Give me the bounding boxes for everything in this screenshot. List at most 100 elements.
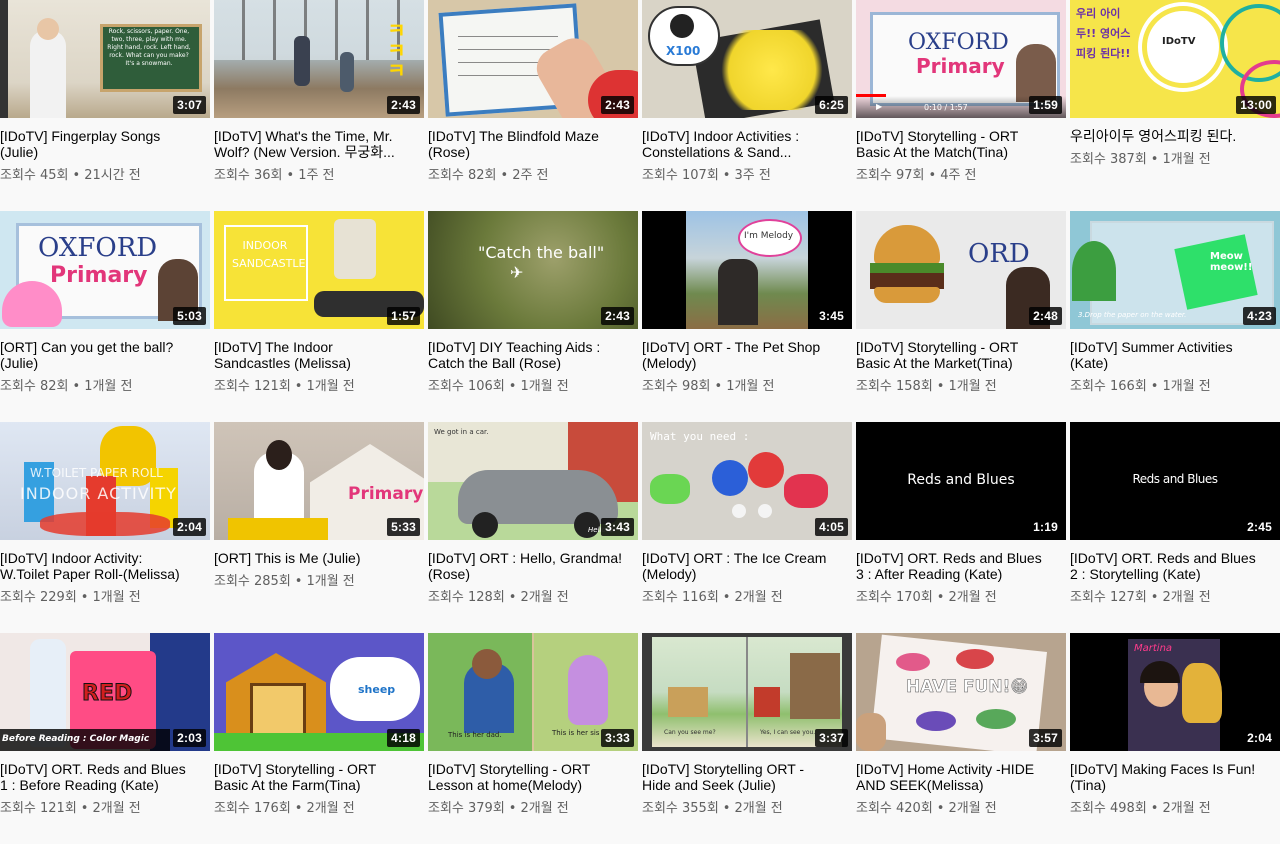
video-card[interactable]: Reds and Blues 2:45 [IDoTV] ORT. Reds an… [1070,422,1280,633]
video-title[interactable]: [IDoTV] Indoor Activities : Constellatio… [642,128,852,160]
video-card[interactable]: INDOOR SANDCASTLE 1:57 [IDoTV] The Indoo… [214,211,424,422]
video-thumbnail[interactable]: ORD 2:48 [856,211,1066,329]
video-card[interactable]: sheep 4:18 [IDoTV] Storytelling - ORT Ba… [214,633,424,844]
video-meta: 조회수 82회 • 1개월 전 [0,379,133,394]
video-card[interactable]: RED Before Reading : Color Magic 2:03 [I… [0,633,210,844]
video-thumbnail[interactable]: Rock, scissors, paper. One, two, three, … [0,0,210,118]
thumbnail-text: Primary [916,54,1005,78]
thumbnail-text: This is her dad. [448,731,502,739]
video-card[interactable]: This is her dad. This is her sis 3:33 [I… [428,633,638,844]
video-card[interactable]: Primary 5:33 [ORT] This is Me (Julie) 조회… [214,422,424,633]
thumbnail-text: OXFORD [908,30,1009,55]
video-title[interactable]: [IDoTV] Home Activity -HIDE AND SEEK(Mel… [856,761,1066,793]
video-card[interactable]: What you need : 4:05 [IDoTV] ORT : The I… [642,422,852,633]
video-meta: 조회수 166회 • 1개월 전 [1070,379,1211,394]
video-thumbnail[interactable]: This is her dad. This is her sis 3:33 [428,633,638,751]
video-thumbnail[interactable]: We got in a car. Hello Gr 3:43 [428,422,638,540]
video-card[interactable]: HAVE FUN!😁 3:57 [IDoTV] Home Activity -H… [856,633,1066,844]
video-duration: 2:45 [1243,518,1276,536]
video-title[interactable]: [IDoTV] Storytelling - ORT Lesson at hom… [428,761,638,793]
video-thumbnail[interactable]: 2:43 [428,0,638,118]
video-card[interactable]: Reds and Blues 1:19 [IDoTV] ORT. Reds an… [856,422,1066,633]
video-title[interactable]: [IDoTV] What's the Time, Mr. Wolf? (New … [214,128,424,160]
video-title[interactable]: [IDoTV] ORT. Reds and Blues 3 : After Re… [856,550,1066,582]
video-title[interactable]: [IDoTV] Storytelling - ORT Basic At the … [856,339,1066,371]
view-count: 조회수 98회 [642,379,711,394]
video-title[interactable]: [IDoTV] ORT. Reds and Blues 2 : Storytel… [1070,550,1280,582]
video-card[interactable]: X100 6:25 [IDoTV] Indoor Activities : Co… [642,0,852,211]
video-title[interactable]: [IDoTV] Indoor Activity: W.Toilet Paper … [0,550,210,582]
video-thumbnail[interactable]: ㅋㅋㅋ 2:43 [214,0,424,118]
video-meta: 조회수 420회 • 2개월 전 [856,801,997,816]
video-meta: 조회수 121회 • 1개월 전 [214,379,355,394]
video-card[interactable]: I'm Melody 3:45 [IDoTV] ORT - The Pet Sh… [642,211,852,422]
thumbnail-text: We got in a car. [434,428,489,436]
video-card[interactable]: 2:43 [IDoTV] The Blindfold Maze (Rose) 조… [428,0,638,211]
upload-age: 1개월 전 [520,379,569,394]
video-card[interactable]: Martina 2:04 [IDoTV] Making Faces Is Fun… [1070,633,1280,844]
video-title[interactable]: [IDoTV] DIY Teaching Aids : Catch the Ba… [428,339,638,371]
video-title[interactable]: [IDoTV] Summer Activities (Kate) [1070,339,1280,371]
video-card[interactable]: ㅋㅋㅋ 2:43 [IDoTV] What's the Time, Mr. Wo… [214,0,424,211]
video-thumbnail[interactable]: HAVE FUN!😁 3:57 [856,633,1066,751]
upload-age: 1주 전 [298,168,335,183]
video-thumbnail[interactable]: 우리 아이두!! 영어스피킹 된다!! IDoTV 13:00 [1070,0,1280,118]
video-title[interactable]: [ORT] This is Me (Julie) [214,550,424,566]
video-thumbnail[interactable]: Can you see me? Yes, I can see you. 3:37 [642,633,852,751]
video-meta: 조회수 97회 • 4주 전 [856,168,977,183]
video-thumbnail[interactable]: X100 6:25 [642,0,852,118]
upload-age: 2개월 전 [948,801,997,816]
video-thumbnail[interactable]: RED Before Reading : Color Magic 2:03 [0,633,210,751]
upload-age: 2개월 전 [734,801,783,816]
video-card[interactable]: Rock, scissors, paper. One, two, three, … [0,0,210,211]
video-title[interactable]: [IDoTV] ORT. Reds and Blues 1 : Before R… [0,761,210,793]
video-meta: 조회수 387회 • 1개월 전 [1070,152,1211,167]
video-title[interactable]: [IDoTV] Storytelling - ORT Basic At the … [856,128,1066,160]
video-title[interactable]: [IDoTV] The Blindfold Maze (Rose) [428,128,638,160]
video-card[interactable]: ORD 2:48 [IDoTV] Storytelling - ORT Basi… [856,211,1066,422]
video-title[interactable]: [IDoTV] Storytelling ORT - Hide and Seek… [642,761,852,793]
video-title[interactable]: [IDoTV] Storytelling - ORT Basic At the … [214,761,424,793]
video-title[interactable]: [IDoTV] ORT : The Ice Cream (Melody) [642,550,852,582]
video-card[interactable]: We got in a car. Hello Gr 3:43 [IDoTV] O… [428,422,638,633]
video-thumbnail[interactable]: OXFORD Primary ▶ 0:10 / 1:57 1:59 [856,0,1066,118]
view-count: 조회수 82회 [0,379,69,394]
video-card[interactable]: 우리 아이두!! 영어스피킹 된다!! IDoTV 13:00 우리아이두 영어… [1070,0,1280,211]
video-thumbnail[interactable]: W.TOILET PAPER ROLL INDOOR ACTIVITY 2:04 [0,422,210,540]
view-count: 조회수 379회 [428,801,505,816]
video-thumbnail[interactable]: Reds and Blues 2:45 [1070,422,1280,540]
video-duration: 3:33 [601,729,634,747]
video-title[interactable]: [IDoTV] Making Faces Is Fun! (Tina) [1070,761,1280,793]
video-title[interactable]: [IDoTV] ORT - The Pet Shop (Melody) [642,339,852,371]
thumbnail-text: ㅋㅋㅋ [383,20,407,80]
thumbnail-text: OXFORD [38,233,158,263]
video-meta: 조회수 498회 • 2개월 전 [1070,801,1211,816]
video-thumbnail[interactable]: "Catch the ball" ✈ 2:43 [428,211,638,329]
video-thumbnail[interactable]: Meow meow!! 3.Drop the paper on the wate… [1070,211,1280,329]
video-title[interactable]: [ORT] Can you get the ball? (Julie) [0,339,210,371]
view-count: 조회수 285회 [214,574,291,589]
video-card[interactable]: Can you see me? Yes, I can see you. 3:37… [642,633,852,844]
play-icon[interactable]: ▶ [876,102,882,111]
video-title[interactable]: [IDoTV] ORT : Hello, Grandma!(Rose) [428,550,638,582]
video-duration: 2:48 [1029,307,1062,325]
video-title[interactable]: 우리아이두 영어스피킹 된다. [1070,128,1280,144]
video-thumbnail[interactable]: I'm Melody 3:45 [642,211,852,329]
video-thumbnail[interactable]: Primary 5:33 [214,422,424,540]
video-thumbnail[interactable]: sheep 4:18 [214,633,424,751]
video-thumbnail[interactable]: Martina 2:04 [1070,633,1280,751]
video-title[interactable]: [IDoTV] Fingerplay Songs (Julie) [0,128,210,160]
video-card[interactable]: "Catch the ball" ✈ 2:43 [IDoTV] DIY Teac… [428,211,638,422]
video-title[interactable]: [IDoTV] The Indoor Sandcastles (Melissa) [214,339,424,371]
video-card[interactable]: OXFORD Primary 5:03 [ORT] Can you get th… [0,211,210,422]
thumbnail-text: Can you see me? [664,729,716,736]
video-card[interactable]: OXFORD Primary ▶ 0:10 / 1:57 1:59 [IDoTV… [856,0,1066,211]
video-duration: 1:57 [387,307,420,325]
video-thumbnail[interactable]: What you need : 4:05 [642,422,852,540]
video-thumbnail[interactable]: OXFORD Primary 5:03 [0,211,210,329]
video-duration: 4:18 [387,729,420,747]
video-card[interactable]: Meow meow!! 3.Drop the paper on the wate… [1070,211,1280,422]
video-card[interactable]: W.TOILET PAPER ROLL INDOOR ACTIVITY 2:04… [0,422,210,633]
video-thumbnail[interactable]: Reds and Blues 1:19 [856,422,1066,540]
video-thumbnail[interactable]: INDOOR SANDCASTLE 1:57 [214,211,424,329]
